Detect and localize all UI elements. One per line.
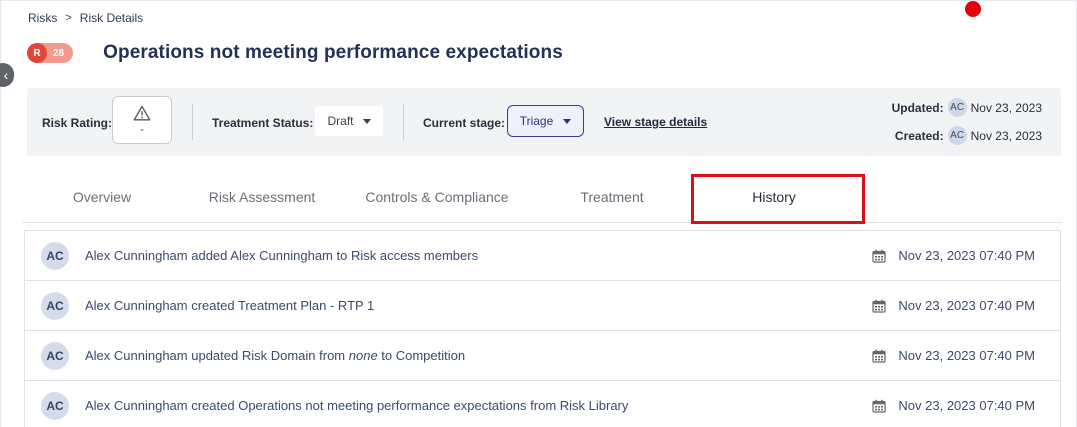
history-text: Alex Cunningham created Treatment Plan -… xyxy=(85,298,375,313)
created-date: Nov 23, 2023 xyxy=(970,128,1042,143)
history-text: Alex Cunningham created Operations not m… xyxy=(85,398,629,413)
title-row: R 28 Operations not meeting performance … xyxy=(27,42,563,64)
created-meta: Created: AC Nov 23, 2023 xyxy=(895,126,1042,145)
chevron-left-icon: ‹ xyxy=(3,67,9,83)
tab-label: Treatment xyxy=(580,188,644,205)
view-stage-details-link[interactable]: View stage details xyxy=(604,115,707,129)
caret-down-icon xyxy=(563,118,572,124)
warning-triangle-icon xyxy=(133,105,151,120)
history-date-text: Nov 23, 2023 07:40 PM xyxy=(898,248,1035,263)
current-stage-label: Current stage: xyxy=(423,116,506,130)
tab-label: Overview xyxy=(72,188,132,205)
divider xyxy=(403,104,404,140)
notification-dot xyxy=(965,1,981,17)
updated-meta: Updated: AC Nov 23, 2023 xyxy=(892,98,1042,117)
treatment-status-label: Treatment Status: xyxy=(212,116,314,130)
history-list: AC Alex Cunningham added Alex Cunningham… xyxy=(24,230,1061,427)
avatar: AC xyxy=(41,341,69,370)
sidebar-collapse-button[interactable]: ‹ xyxy=(0,63,14,87)
breadcrumb-separator: > xyxy=(65,12,72,24)
avatar: AC xyxy=(41,291,69,320)
risk-rating-box[interactable]: - xyxy=(112,96,172,144)
risk-id-badge: R 28 xyxy=(27,43,74,63)
risk-rating-label: Risk Rating: xyxy=(42,116,113,130)
history-date-text: Nov 23, 2023 07:40 PM xyxy=(898,398,1035,413)
avatar: AC xyxy=(41,391,69,420)
history-text: Alex Cunningham added Alex Cunningham to… xyxy=(85,248,479,263)
risk-letter: R xyxy=(27,43,47,63)
calendar-icon xyxy=(872,399,887,413)
avatar: AC xyxy=(947,98,967,117)
list-item: AC Alex Cunningham added Alex Cunningham… xyxy=(25,231,1060,281)
calendar-icon xyxy=(872,299,887,313)
risk-number: 28 xyxy=(53,47,65,59)
tab-controls-compliance[interactable]: Controls & Compliance xyxy=(342,170,532,223)
tab-risk-assessment[interactable]: Risk Assessment xyxy=(182,170,342,223)
current-stage-value: Triage xyxy=(519,114,554,128)
current-stage-select[interactable]: Triage xyxy=(507,105,584,137)
breadcrumb-risk-details: Risk Details xyxy=(79,11,144,25)
history-text: Alex Cunningham updated Risk Domain from… xyxy=(85,348,465,363)
list-item: AC Alex Cunningham updated Risk Domain f… xyxy=(25,331,1060,381)
caret-down-icon xyxy=(362,118,371,124)
page-title: Operations not meeting performance expec… xyxy=(103,42,563,63)
list-item: AC Alex Cunningham created Treatment Pla… xyxy=(25,281,1060,331)
treatment-status-value: Draft xyxy=(327,114,354,128)
updated-label: Updated: xyxy=(891,100,944,115)
tab-overview[interactable]: Overview xyxy=(22,170,182,223)
risk-info-bar: Risk Rating: - Treatment Status: Draft C… xyxy=(27,88,1061,156)
history-date: Nov 23, 2023 07:40 PM xyxy=(872,398,1035,413)
history-text-part: Alex Cunningham updated Risk Domain from xyxy=(85,348,349,363)
risk-rating-value: - xyxy=(140,123,144,136)
avatar: AC xyxy=(947,126,967,145)
history-date-text: Nov 23, 2023 07:40 PM xyxy=(898,298,1035,313)
history-date-text: Nov 23, 2023 07:40 PM xyxy=(898,348,1035,363)
history-date: Nov 23, 2023 07:40 PM xyxy=(872,348,1035,363)
treatment-status-select[interactable]: Draft xyxy=(315,106,383,136)
history-date: Nov 23, 2023 07:40 PM xyxy=(872,298,1035,313)
history-text-italic: none xyxy=(348,348,378,363)
calendar-icon xyxy=(872,349,887,363)
divider xyxy=(192,104,193,140)
history-tab-highlight xyxy=(691,174,865,224)
breadcrumb-risks[interactable]: Risks xyxy=(28,11,57,25)
history-text-part: to Competition xyxy=(377,348,466,363)
list-item: AC Alex Cunningham created Operations no… xyxy=(25,381,1060,427)
tab-label: Controls & Compliance xyxy=(365,188,509,205)
tab-label: Risk Assessment xyxy=(208,188,316,205)
history-date: Nov 23, 2023 07:40 PM xyxy=(872,248,1035,263)
calendar-icon xyxy=(872,249,887,263)
created-label: Created: xyxy=(894,128,944,143)
tab-treatment[interactable]: Treatment xyxy=(532,170,692,223)
tab-bar: Overview Risk Assessment Controls & Comp… xyxy=(22,170,1062,224)
breadcrumb: Risks > Risk Details xyxy=(28,11,143,25)
avatar: AC xyxy=(41,241,69,270)
updated-date: Nov 23, 2023 xyxy=(970,100,1042,115)
